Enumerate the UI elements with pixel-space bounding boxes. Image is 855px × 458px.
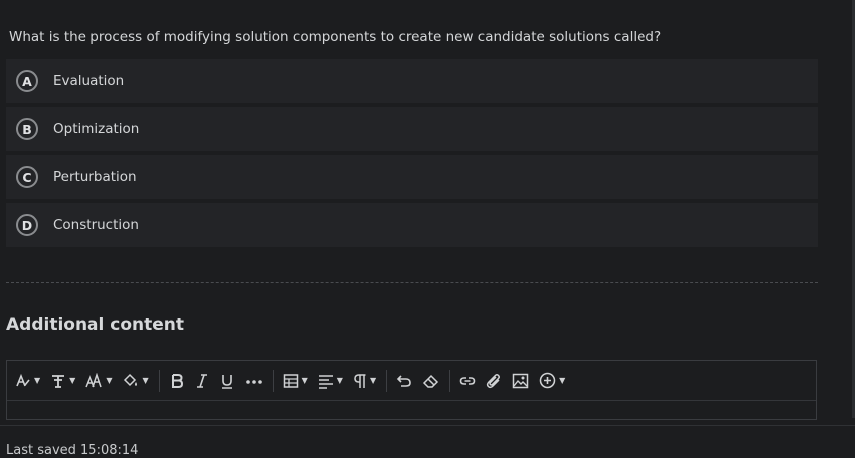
option-d[interactable]: D Construction: [6, 203, 818, 247]
chevron-down-icon: ▼: [69, 376, 76, 385]
bold-icon: [169, 373, 185, 389]
chevron-down-icon: ▼: [34, 376, 41, 385]
text-style-icon: [15, 373, 31, 389]
font-family-button[interactable]: ▼: [50, 367, 75, 395]
chevron-down-icon: ▼: [142, 376, 149, 385]
option-label: Construction: [53, 217, 139, 233]
font-size-icon: [85, 372, 103, 389]
rich-text-editor[interactable]: ▼ ▼ ▼ ▼ ▼ ▼ ▼ ▼: [6, 360, 817, 420]
chevron-down-icon: ▼: [369, 376, 377, 385]
option-label: Optimization: [53, 121, 140, 137]
font-size-button[interactable]: ▼: [85, 367, 112, 395]
insert-button[interactable]: ▼: [539, 367, 565, 395]
bold-button[interactable]: [169, 367, 185, 395]
editor-content-area[interactable]: [7, 401, 816, 419]
highlight-button[interactable]: ▼: [122, 367, 149, 395]
highlight-icon: [122, 373, 139, 389]
table-icon: [283, 373, 299, 389]
option-letter: D: [16, 214, 38, 236]
footer-bar: Last saved 15:08:14: [0, 425, 855, 458]
undo-icon: [396, 373, 412, 389]
option-b[interactable]: B Optimization: [6, 107, 818, 151]
insert-icon: [539, 372, 556, 389]
link-button[interactable]: [459, 367, 476, 395]
chevron-down-icon: ▼: [301, 376, 308, 385]
option-label: Perturbation: [53, 169, 137, 185]
table-button[interactable]: ▼: [283, 367, 308, 395]
option-a[interactable]: A Evaluation: [6, 59, 818, 103]
toolbar-separator: [272, 369, 274, 392]
underline-button[interactable]: [219, 367, 235, 395]
more-button[interactable]: [245, 367, 263, 395]
chevron-down-icon: ▼: [559, 376, 566, 385]
paragraph-button[interactable]: ▼: [353, 367, 376, 395]
image-icon: [512, 373, 529, 389]
answer-options: A Evaluation B Optimization C Perturbati…: [6, 59, 818, 251]
chevron-down-icon: ▼: [336, 376, 343, 385]
text-style-button[interactable]: ▼: [15, 367, 40, 395]
link-icon: [459, 373, 476, 389]
more-icon: [245, 373, 263, 389]
toolbar-separator: [386, 369, 388, 392]
eraser-button[interactable]: [422, 367, 439, 395]
toolbar-separator: [158, 369, 160, 392]
italic-button[interactable]: [195, 367, 209, 395]
underline-icon: [219, 373, 235, 389]
attachment-button[interactable]: [486, 367, 502, 395]
option-letter: B: [16, 118, 38, 140]
option-c[interactable]: C Perturbation: [6, 155, 818, 199]
question-text: What is the process of modifying solutio…: [9, 29, 662, 45]
align-icon: [318, 373, 334, 389]
attachment-icon: [486, 373, 502, 389]
undo-button[interactable]: [396, 367, 412, 395]
italic-icon: [195, 373, 209, 389]
font-family-icon: [50, 373, 66, 389]
align-button[interactable]: ▼: [318, 367, 343, 395]
last-saved-status: Last saved 15:08:14: [6, 443, 139, 458]
additional-content-title: Additional content: [6, 315, 185, 335]
option-letter: C: [16, 166, 38, 188]
eraser-icon: [422, 373, 439, 389]
option-label: Evaluation: [53, 73, 125, 89]
chevron-down-icon: ▼: [106, 376, 113, 385]
image-button[interactable]: [512, 367, 529, 395]
section-divider: [6, 282, 818, 283]
paragraph-icon: [353, 373, 367, 389]
toolbar-separator: [449, 369, 451, 392]
option-letter: A: [16, 70, 38, 92]
editor-toolbar: ▼ ▼ ▼ ▼ ▼ ▼ ▼ ▼: [7, 361, 816, 401]
